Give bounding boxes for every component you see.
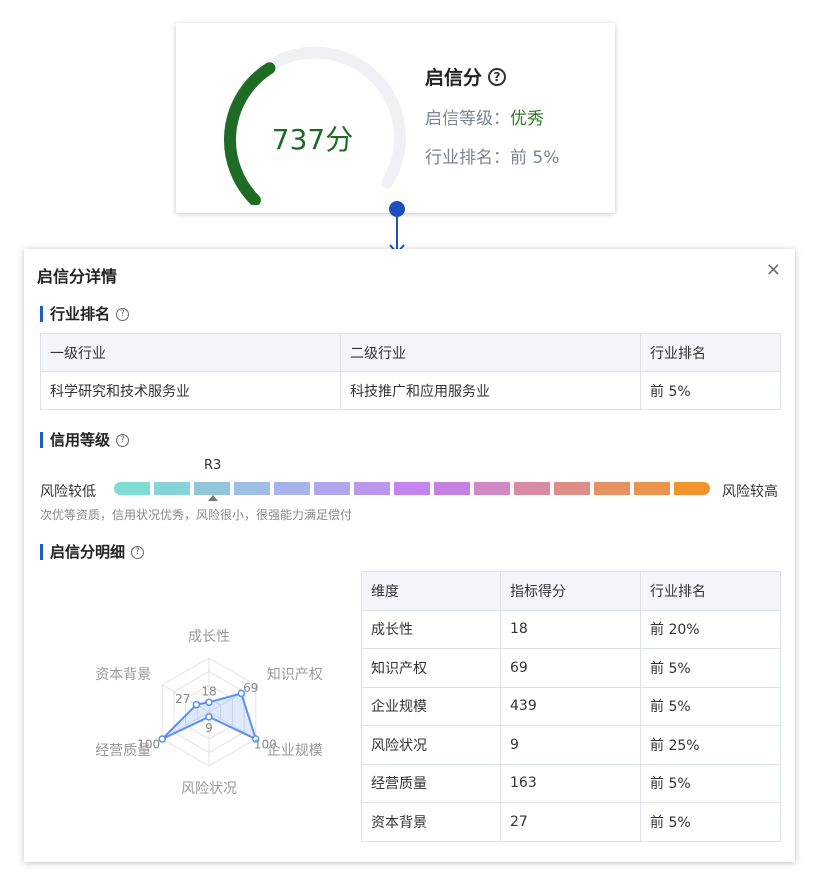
level-segment [674,482,710,495]
rank-row: 行业排名：前 5% [425,143,559,168]
help-icon[interactable]: ? [116,433,130,447]
level-segment [434,482,470,495]
table-cell: 科技推广和应用服务业 [340,371,641,410]
level-segment [274,482,310,495]
level-pointer-icon [208,495,218,501]
radar-value-label: 18 [201,684,216,698]
table-cell: 69 [500,648,641,688]
table-row: 经营质量 163 前 5% [361,763,781,803]
table-row: 知识产权 69 前 5% [361,648,781,688]
table-header: 维度 [361,571,501,611]
score-detail-panel: 启信分详情 × 行业排名 ? 一级行业 二级行业 行业排名 科学研究和技术服务业… [24,249,795,862]
panel-title: 启信分详情 [37,267,118,286]
radar-point [192,700,201,709]
industry-section-label: 行业排名 [50,305,111,323]
table-header: 一级行业 [40,333,341,372]
detail-section-title: 启信分明细 ? [40,543,145,561]
score-title: 启信分 ? [425,63,559,90]
table-cell: 风险状况 [361,725,501,765]
table-row: 科学研究和技术服务业 科技推广和应用服务业 前 5% [40,371,781,410]
score-value: 737分 [271,123,354,156]
radar-axis-label: 知识产权 [267,666,323,683]
rank-value: 前 5% [510,148,560,168]
table-row: 企业规模 439 前 5% [361,686,781,726]
table-row: 风险状况 9 前 25% [361,725,781,765]
radar-axis-label: 企业规模 [267,742,323,759]
table-header: 行业排名 [640,571,781,611]
table-cell: 资本背景 [361,802,501,842]
radar-axis-label: 经营质量 [95,743,151,759]
level-segment [154,482,190,495]
credit-section-title: 信用等级 ? [40,431,130,449]
rank-label: 行业排名： [425,148,510,168]
industry-section-title: 行业排名 ? [40,305,130,323]
score-info: 启信分 ? 启信等级：优秀 行业排名：前 5% [425,63,559,168]
table-cell: 前 5% [640,648,781,688]
level-segment [474,482,510,495]
table-cell: 前 25% [640,725,781,765]
table-header-row: 维度 指标得分 行业排名 [361,571,781,611]
table-header-row: 一级行业 二级行业 行业排名 [40,333,781,372]
table-cell: 前 5% [640,802,781,842]
radar-axis-label: 风险状况 [181,781,237,797]
grade-value: 优秀 [510,109,544,129]
level-segment [554,482,590,495]
level-description: 次优等资质，信用状况优秀，风险很小，很强能力满足偿付 [40,508,353,522]
table-cell: 前 20% [640,609,781,649]
score-title-text: 启信分 [425,67,483,89]
table-cell: 163 [500,763,641,803]
radar-value-label: 9 [205,721,213,735]
level-segment [314,482,350,495]
table-cell: 27 [500,802,641,842]
level-segment [514,482,550,495]
score-detail-table: 维度 指标得分 行业排名 成长性 18 前 20% 知识产权 69 前 5% 企业规模 439… [361,571,781,842]
table-row: 资本背景 27 前 5% [361,802,781,842]
table-cell: 439 [500,686,641,726]
level-segment [394,482,430,495]
table-cell: 知识产权 [361,648,501,688]
level-segment [194,482,230,495]
credit-section-label: 信用等级 [50,431,111,449]
level-segment [634,482,670,495]
risk-high-label: 风险较高 [722,484,778,500]
radar-value-label: 69 [243,681,258,695]
table-cell: 企业规模 [361,686,501,726]
radar-axis-label: 资本背景 [95,667,151,683]
close-icon[interactable]: × [766,259,781,280]
radar-point [205,698,213,707]
grade-label: 启信等级： [425,109,510,129]
table-header: 行业排名 [640,333,781,372]
detail-section-label: 启信分明细 [50,543,126,561]
table-cell: 经营质量 [361,763,501,803]
grade-row: 启信等级：优秀 [425,104,559,129]
table-cell: 18 [500,609,641,649]
industry-rank-table: 一级行业 二级行业 行业排名 科学研究和技术服务业 科技推广和应用服务业 前 5… [40,333,781,410]
table-cell: 9 [500,725,641,765]
table-cell: 前 5% [640,763,781,803]
help-icon[interactable]: ? [116,307,130,321]
help-icon[interactable]: ? [488,67,507,86]
table-cell: 前 5% [640,371,781,410]
credit-level-bar [114,482,710,495]
current-level-label: R3 [204,458,222,473]
level-segment [234,482,270,495]
radar-value-label: 27 [175,692,190,706]
level-segment [114,482,150,495]
help-icon[interactable]: ? [131,545,145,559]
radar-chart: 18 69100910027成长性知识产权企业规模风险状况经营质量资本背景 [95,629,323,797]
level-segment [594,482,630,495]
table-cell: 前 5% [640,686,781,726]
table-cell: 科学研究和技术服务业 [40,371,341,410]
level-segment [354,482,390,495]
risk-low-label: 风险较低 [40,484,96,500]
table-cell: 成长性 [361,609,501,649]
table-row: 成长性 18 前 20% [361,609,781,649]
table-header: 二级行业 [340,333,641,372]
radar-point [205,713,213,721]
radar-axis-label: 成长性 [188,629,230,645]
table-header: 指标得分 [500,571,641,611]
